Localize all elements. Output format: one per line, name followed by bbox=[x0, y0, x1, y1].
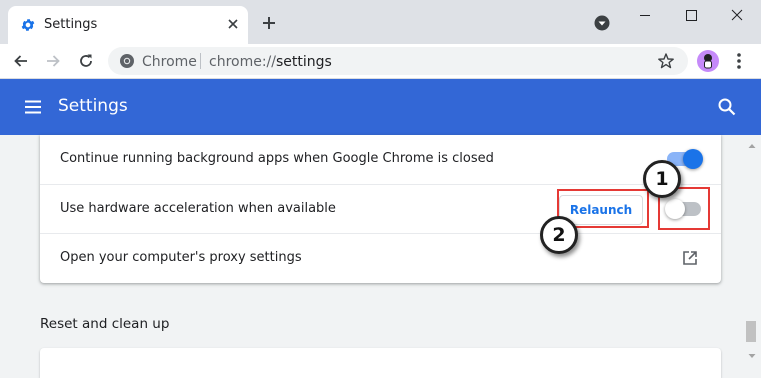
open-in-new-icon[interactable] bbox=[681, 249, 699, 267]
step-2-callout: 2 bbox=[540, 216, 578, 254]
tab-strip: Settings bbox=[0, 0, 761, 44]
setting-label: Open your computer's proxy settings bbox=[60, 250, 302, 265]
profile-avatar[interactable] bbox=[697, 50, 719, 72]
omnibox-divider bbox=[200, 53, 201, 69]
address-bar[interactable]: Chrome chrome://settings bbox=[108, 47, 688, 75]
new-tab-icon[interactable] bbox=[260, 14, 278, 32]
gear-icon bbox=[21, 19, 35, 31]
tab-settings[interactable]: Settings bbox=[8, 6, 248, 44]
setting-label: Use hardware acceleration when available bbox=[60, 201, 336, 216]
scrollbar-thumb[interactable] bbox=[746, 321, 756, 342]
reset-section-title: Reset and clean up bbox=[40, 316, 170, 332]
setting-label: Continue running background apps when Go… bbox=[60, 151, 494, 166]
tab-search-icon[interactable] bbox=[594, 15, 610, 31]
bookmark-star-icon[interactable] bbox=[657, 52, 675, 70]
window-close-icon[interactable] bbox=[714, 0, 760, 30]
forward-icon[interactable] bbox=[44, 52, 62, 70]
url-scheme: chrome:// bbox=[209, 54, 276, 70]
close-icon[interactable] bbox=[224, 15, 242, 33]
url-text: chrome://settings bbox=[209, 54, 332, 70]
hamburger-menu-icon[interactable] bbox=[24, 98, 42, 116]
chrome-icon bbox=[120, 54, 134, 68]
search-icon[interactable] bbox=[717, 97, 737, 117]
avatar-icon bbox=[704, 54, 712, 69]
minimize-icon[interactable] bbox=[622, 0, 668, 30]
step-1-callout: 1 bbox=[643, 160, 681, 198]
settings-header: Settings bbox=[0, 79, 761, 135]
scroll-down-arrow-icon[interactable] bbox=[745, 350, 759, 362]
page-title: Settings bbox=[58, 96, 128, 116]
url-path: settings bbox=[276, 54, 332, 70]
tab-title: Settings bbox=[44, 17, 98, 32]
reset-settings-card bbox=[40, 348, 721, 378]
back-icon[interactable] bbox=[12, 52, 30, 70]
more-menu-icon[interactable] bbox=[730, 51, 748, 71]
reload-icon[interactable] bbox=[77, 52, 95, 70]
browser-toolbar: Chrome chrome://settings bbox=[0, 44, 761, 79]
setting-row-proxy[interactable]: Open your computer's proxy settings bbox=[40, 233, 721, 283]
site-name: Chrome bbox=[142, 54, 197, 70]
setting-row-background-apps: Continue running background apps when Go… bbox=[40, 135, 721, 184]
maximize-icon[interactable] bbox=[668, 0, 714, 30]
scroll-up-arrow-icon[interactable] bbox=[745, 140, 759, 152]
toggle-knob bbox=[683, 149, 703, 169]
